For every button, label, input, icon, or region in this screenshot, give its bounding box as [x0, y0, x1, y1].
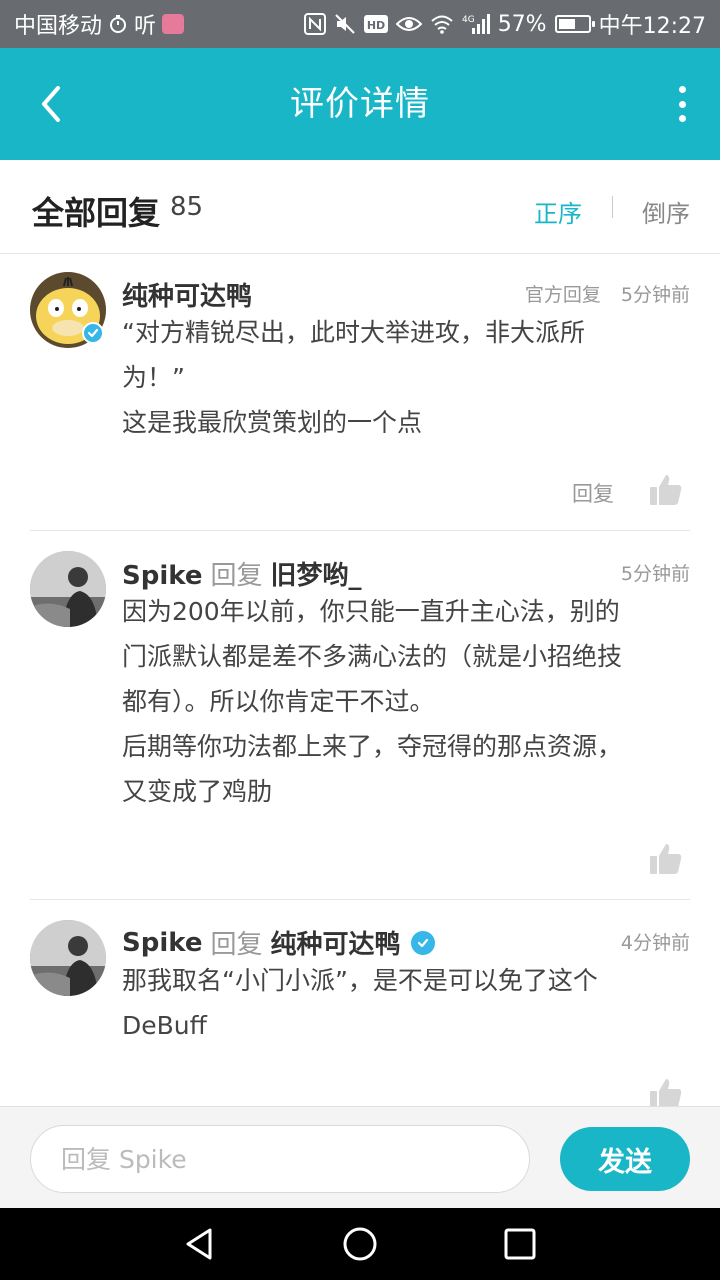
replies-title: 全部回复	[32, 194, 161, 232]
battery-icon	[554, 15, 595, 33]
more-dot-icon	[678, 100, 686, 108]
comment-time: 4分钟前	[620, 932, 690, 954]
more-dot-icon	[678, 115, 686, 122]
system-home-button[interactable]	[340, 1224, 380, 1264]
comment-line: 后期等你功法都上来了，夺冠得的那点资源，	[122, 732, 623, 761]
battery-percent: 57%	[497, 11, 547, 37]
sort-ascending-button[interactable]: 正序	[534, 194, 582, 229]
more-options-button[interactable]	[672, 80, 692, 128]
comment-author-line: Spike 回复 旧梦哟_	[122, 555, 362, 592]
svg-text:HD: HD	[367, 19, 385, 32]
triangle-back-icon	[186, 1228, 212, 1260]
comment-author[interactable]: Spike	[122, 928, 202, 958]
circle-home-icon	[343, 1227, 377, 1261]
system-nav-bar	[0, 1208, 720, 1280]
status-bar: 中国移动 听 HD 4G 57% 中午12:27	[0, 0, 720, 48]
user-photo-avatar-image	[30, 920, 106, 996]
comment-line: 这是我最欣赏策划的一个点	[122, 408, 423, 437]
reply-target-author[interactable]: 纯种可达鸭	[271, 924, 401, 961]
thumbs-up-icon	[650, 475, 682, 505]
hd-icon: HD	[363, 14, 388, 34]
more-dot-icon	[678, 86, 686, 93]
sort-divider	[612, 196, 613, 218]
comment-line: 那我取名“小门小派”，是不是可以免了这个	[122, 966, 598, 995]
system-recents-button[interactable]	[500, 1224, 540, 1264]
like-button[interactable]	[648, 1076, 684, 1106]
reply-button[interactable]: 回复	[572, 478, 614, 508]
app-text-label: 听	[134, 14, 157, 39]
avatar[interactable]	[30, 551, 106, 627]
thumbs-up-icon	[650, 844, 682, 874]
comment-time: 5分钟前	[620, 563, 690, 585]
reply-input-bar: 发送	[0, 1106, 720, 1208]
verified-icon	[82, 322, 104, 344]
top-navbar: 评价详情	[0, 48, 720, 160]
reply-word: 回复	[210, 930, 263, 960]
comment-meta: 官方回复 5分钟前	[525, 280, 690, 307]
clock-label: 中午12:27	[598, 14, 706, 39]
sort-descending-button[interactable]: 倒序	[642, 194, 690, 229]
like-button[interactable]	[648, 841, 684, 877]
comment-body: 因为200年以前，你只能一直升主心法，别的 门派默认都是差不多满心法的（就是小招…	[122, 589, 692, 814]
comment-item: 纯种可达鸭 官方回复 5分钟前 “对方精锐尽出，此时大举进攻，非大派所 为！” 这…	[0, 254, 720, 530]
carrier-label: 中国移动	[14, 14, 103, 39]
comment-body: “对方精锐尽出，此时大举进攻，非大派所 为！” 这是我最欣赏策划的一个点	[122, 310, 692, 445]
comment-line: 又变成了鸡肋	[122, 777, 273, 806]
mute-icon	[334, 13, 356, 35]
replies-count: 85	[170, 192, 204, 222]
system-back-button[interactable]	[180, 1224, 220, 1264]
reply-input[interactable]	[30, 1125, 530, 1193]
signal-icon: 4G	[462, 13, 490, 35]
page-title: 评价详情	[290, 84, 430, 124]
avatar[interactable]	[30, 920, 106, 996]
comment-author-line: Spike 回复 纯种可达鸭	[122, 924, 435, 961]
verified-icon	[410, 930, 435, 955]
reply-word: 回复	[210, 561, 263, 591]
comment-item: Spike 回复 纯种可达鸭 4分钟前 那我取名“小门小派”，是不是可以免了这个 D…	[0, 900, 720, 1106]
comment-line: 门派默认都是差不多满心法的（就是小招绝技	[122, 642, 623, 671]
comment-author[interactable]: 纯种可达鸭	[122, 276, 252, 313]
comment-time: 5分钟前	[620, 284, 690, 306]
eye-comfort-icon	[395, 15, 422, 33]
comment-line: 为！”	[122, 363, 185, 392]
thumbs-up-icon	[650, 1079, 682, 1106]
square-recents-icon	[504, 1228, 536, 1260]
wifi-icon	[430, 14, 454, 34]
app-notification-icon	[162, 14, 185, 34]
comment-line: “对方精锐尽出，此时大举进攻，非大派所	[122, 318, 585, 347]
nfc-icon	[303, 13, 326, 35]
reply-header: 全部回复 85 正序 倒序	[0, 160, 720, 254]
comment-line: DeBuff	[122, 1011, 207, 1040]
like-button[interactable]	[648, 472, 684, 508]
comment-line: 因为200年以前，你只能一直升主心法，别的	[122, 597, 620, 626]
network-type-label: 4G	[462, 15, 475, 25]
comment-body: 那我取名“小门小派”，是不是可以免了这个 DeBuff	[122, 958, 692, 1048]
comment-item: Spike 回复 旧梦哟_ 5分钟前 因为200年以前，你只能一直升主心法，别的 门…	[0, 531, 720, 899]
user-photo-avatar-image	[30, 551, 106, 627]
send-button[interactable]: 发送	[560, 1127, 690, 1191]
reply-target-author[interactable]: 旧梦哟_	[271, 561, 362, 591]
timer-icon	[108, 14, 128, 34]
comment-line: 都有）。所以你肯定干不过。	[122, 687, 435, 716]
comment-author[interactable]: Spike	[122, 561, 202, 591]
official-reply-badge: 官方回复	[524, 284, 601, 306]
